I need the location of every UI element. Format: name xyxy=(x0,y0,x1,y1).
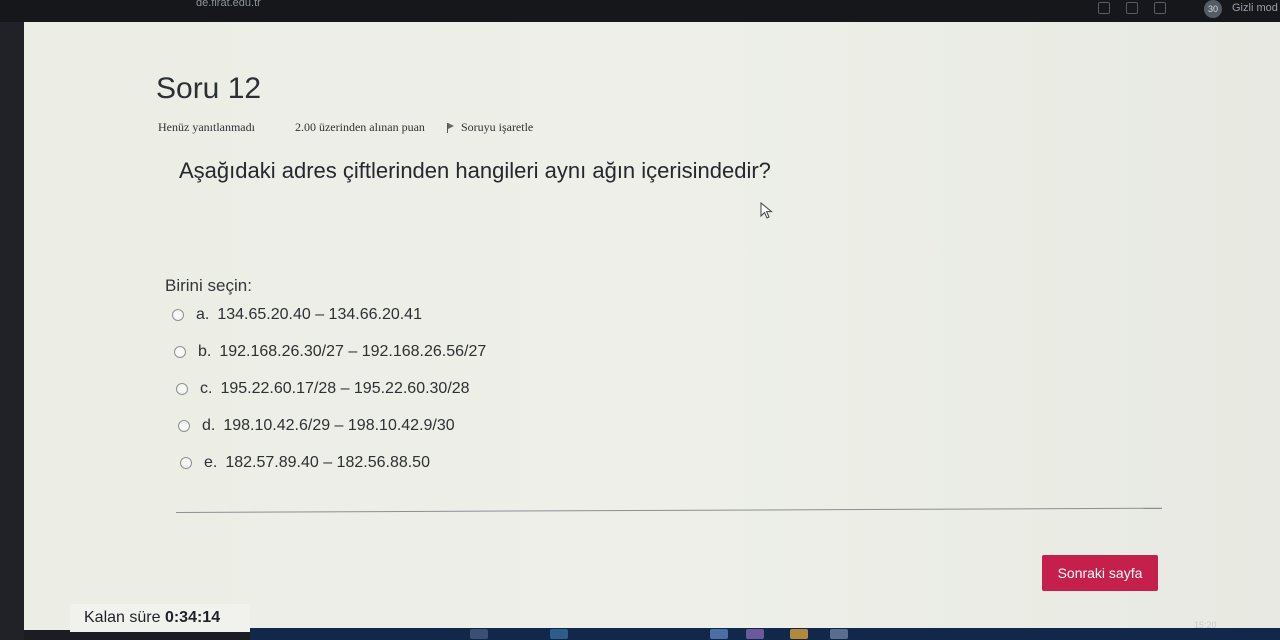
timer-value: 0:34:14 xyxy=(164,609,221,626)
answer-option-d[interactable]: d. 198.10.42.6/29 – 198.10.42.9/30 xyxy=(178,417,455,435)
question-info: Henüz yanıtlanmadı 2.00 üzerinden alınan… xyxy=(158,120,533,135)
answer-letter: d. xyxy=(202,417,216,434)
taskbar-app-icon[interactable] xyxy=(746,629,764,639)
radio-button[interactable] xyxy=(180,457,192,469)
answer-letter: b. xyxy=(198,343,212,360)
taskbar-app-icon[interactable] xyxy=(710,629,728,639)
radio-button[interactable] xyxy=(172,309,184,321)
radio-button[interactable] xyxy=(178,420,190,432)
answer-text: 192.168.26.30/27 – 192.168.26.56/27 xyxy=(219,343,487,360)
radio-button[interactable] xyxy=(176,383,188,395)
key-icon[interactable] xyxy=(1098,2,1110,14)
question-points: 2.00 üzerinden alınan puan xyxy=(294,120,425,134)
extension-icon[interactable] xyxy=(1154,2,1166,14)
answer-option-a[interactable]: a. 134.65.20.40 – 134.66.20.41 xyxy=(172,306,422,324)
answer-option-b[interactable]: b. 192.168.26.30/27 – 192.168.26.56/27 xyxy=(174,343,486,361)
taskbar-app-icon[interactable] xyxy=(470,629,488,639)
question-title: Soru 12 xyxy=(156,72,262,105)
radio-button[interactable] xyxy=(174,346,186,358)
taskbar-clock: 15:20 xyxy=(1194,620,1217,630)
os-taskbar xyxy=(250,628,1280,640)
timer-label: Kalan süre xyxy=(84,609,161,626)
address-bar-url[interactable]: de.firat.edu.tr xyxy=(196,0,261,9)
browser-top-bar: de.firat.edu.tr 30 Gizli mod xyxy=(0,0,1280,22)
question-status: Henüz yanıtlanmadı xyxy=(158,120,255,134)
answer-letter: e. xyxy=(204,454,218,471)
question-text: Aşağıdaki adres çiftlerinden hangileri a… xyxy=(179,158,771,183)
answer-text: 182.57.89.40 – 182.56.88.50 xyxy=(225,454,430,471)
flag-icon xyxy=(446,122,455,133)
taskbar-app-icon[interactable] xyxy=(550,629,568,639)
answer-text: 134.65.20.40 – 134.66.20.41 xyxy=(217,306,422,323)
quiz-page: Soru 12 Henüz yanıtlanmadı 2.00 üzerinde… xyxy=(24,22,1280,630)
screen-bezel xyxy=(0,22,24,640)
flag-question-link[interactable]: Soruyu işaretle xyxy=(446,120,534,135)
browser-toolbar-icons xyxy=(1098,2,1166,14)
answer-letter: c. xyxy=(200,380,213,397)
flag-question-label: Soruyu işaretle xyxy=(460,120,534,134)
taskbar-app-icon[interactable] xyxy=(830,629,848,639)
answer-prompt: Birini seçin: xyxy=(165,276,252,295)
star-icon[interactable] xyxy=(1126,2,1138,14)
taskbar-app-icon[interactable] xyxy=(790,629,808,639)
incognito-mode-label: Gizli mod xyxy=(1232,2,1278,14)
profile-avatar[interactable]: 30 xyxy=(1204,0,1222,18)
section-divider xyxy=(175,507,1162,513)
answer-text: 198.10.42.6/29 – 198.10.42.9/30 xyxy=(223,417,455,434)
answer-letter: a. xyxy=(196,306,210,323)
answer-option-c[interactable]: c. 195.22.60.17/28 – 195.22.60.30/28 xyxy=(176,380,470,398)
next-page-button[interactable]: Sonraki sayfa xyxy=(1042,555,1158,591)
answer-option-e[interactable]: e. 182.57.89.40 – 182.56.88.50 xyxy=(180,454,430,472)
mouse-cursor-icon xyxy=(760,202,773,219)
time-remaining: Kalan süre 0:34:14 xyxy=(70,604,250,632)
answer-text: 195.22.60.17/28 – 195.22.60.30/28 xyxy=(220,380,470,397)
